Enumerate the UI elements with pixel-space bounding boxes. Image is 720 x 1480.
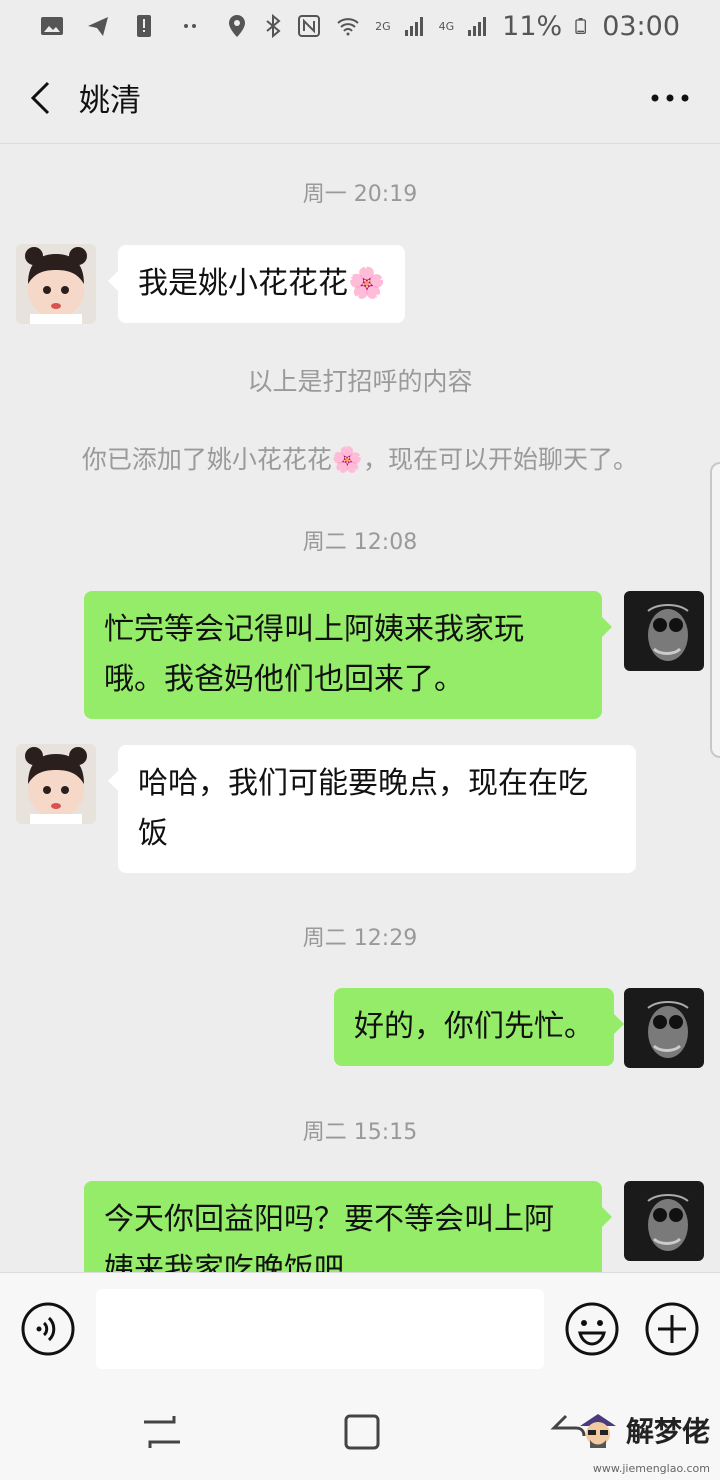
battery-percent: 11% — [502, 10, 563, 42]
avatar-man-icon — [624, 1181, 704, 1261]
voice-icon — [21, 1302, 75, 1356]
watermark-logo: 解梦佬 — [576, 1408, 710, 1452]
status-bar: 2G 4G 11% 03:00 — [0, 0, 720, 52]
recent-apps-icon — [144, 1416, 180, 1448]
signal-icon — [404, 17, 423, 36]
battery-icon — [575, 18, 587, 34]
edge-panel-handle[interactable] — [710, 462, 720, 758]
send-icon — [88, 17, 108, 36]
watermark-mascot-icon — [579, 1414, 616, 1448]
input-bar — [0, 1272, 720, 1384]
nfc-icon — [298, 15, 321, 37]
plus-icon — [645, 1302, 699, 1356]
my-avatar[interactable] — [624, 591, 704, 671]
network-2g-label: 2G — [375, 19, 391, 33]
avatar-man-icon — [624, 591, 704, 671]
timestamp: 周一 20:19 — [302, 182, 418, 207]
plus-button[interactable] — [644, 1301, 700, 1357]
emoji-icon — [565, 1302, 619, 1356]
outgoing-message[interactable]: 忙完等会记得叫上阿姨来我家玩哦。我爸妈他们也回来了。 — [84, 591, 612, 719]
alert-icon — [137, 15, 151, 37]
wifi-icon — [337, 18, 359, 36]
system-message: 你已添加了姚小花花花🌸，现在可以开始聊天了。 — [81, 445, 639, 474]
message-input[interactable] — [96, 1289, 544, 1369]
outgoing-message[interactable]: 好的，你们先忙。 — [334, 988, 624, 1066]
network-4g-label: 4G — [438, 19, 455, 33]
incoming-message[interactable]: 哈哈，我们可能要晚点，现在在吃饭 — [108, 745, 636, 873]
watermark-url: www.jiemenglao.com — [592, 1462, 710, 1475]
contact-avatar[interactable] — [16, 244, 96, 324]
home-icon — [344, 1414, 380, 1450]
avatar-girl-icon — [16, 744, 96, 824]
chat-area[interactable]: 周一 20:19 我是姚小花花花🌸 以上是打招呼的内容 你已添加了姚小花花花🌸，… — [0, 144, 720, 1272]
back-arrow-icon — [30, 81, 50, 114]
watermark-text: 解梦佬 — [625, 1415, 710, 1448]
bluetooth-icon — [266, 14, 281, 38]
timestamp: 周二 12:08 — [302, 530, 418, 555]
home-button[interactable] — [342, 1412, 382, 1452]
more-button[interactable] — [630, 52, 710, 144]
my-avatar[interactable] — [624, 988, 704, 1068]
signal-icon-2 — [468, 17, 487, 36]
chat-header: 姚清 — [0, 52, 720, 144]
image-icon — [41, 17, 63, 35]
avatar-girl-icon — [16, 244, 96, 324]
status-time: 03:00 — [602, 10, 680, 42]
system-message: 以上是打招呼的内容 — [247, 367, 473, 396]
recent-apps-button[interactable] — [140, 1412, 184, 1452]
timestamp: 周二 12:29 — [302, 926, 418, 951]
location-icon — [229, 15, 246, 37]
voice-button[interactable] — [20, 1301, 76, 1357]
my-avatar[interactable] — [624, 1181, 704, 1261]
more-icon — [651, 94, 689, 101]
more-notifications-icon — [184, 24, 196, 28]
timestamp: 周二 15:15 — [302, 1120, 418, 1145]
incoming-message[interactable]: 我是姚小花花花🌸 — [107, 245, 406, 323]
emoji-button[interactable] — [564, 1301, 620, 1357]
back-button[interactable] — [5, 52, 75, 144]
outgoing-message[interactable]: 今天你回益阳吗？要不等会叫上阿姨来我家吃晚饭吧 — [84, 1181, 612, 1272]
navigation-bar: 解梦佬 www.jiemenglao.com — [0, 1384, 720, 1480]
avatar-man-icon — [624, 988, 704, 1068]
chat-title: 姚清 — [79, 83, 141, 119]
contact-avatar[interactable] — [16, 744, 96, 824]
